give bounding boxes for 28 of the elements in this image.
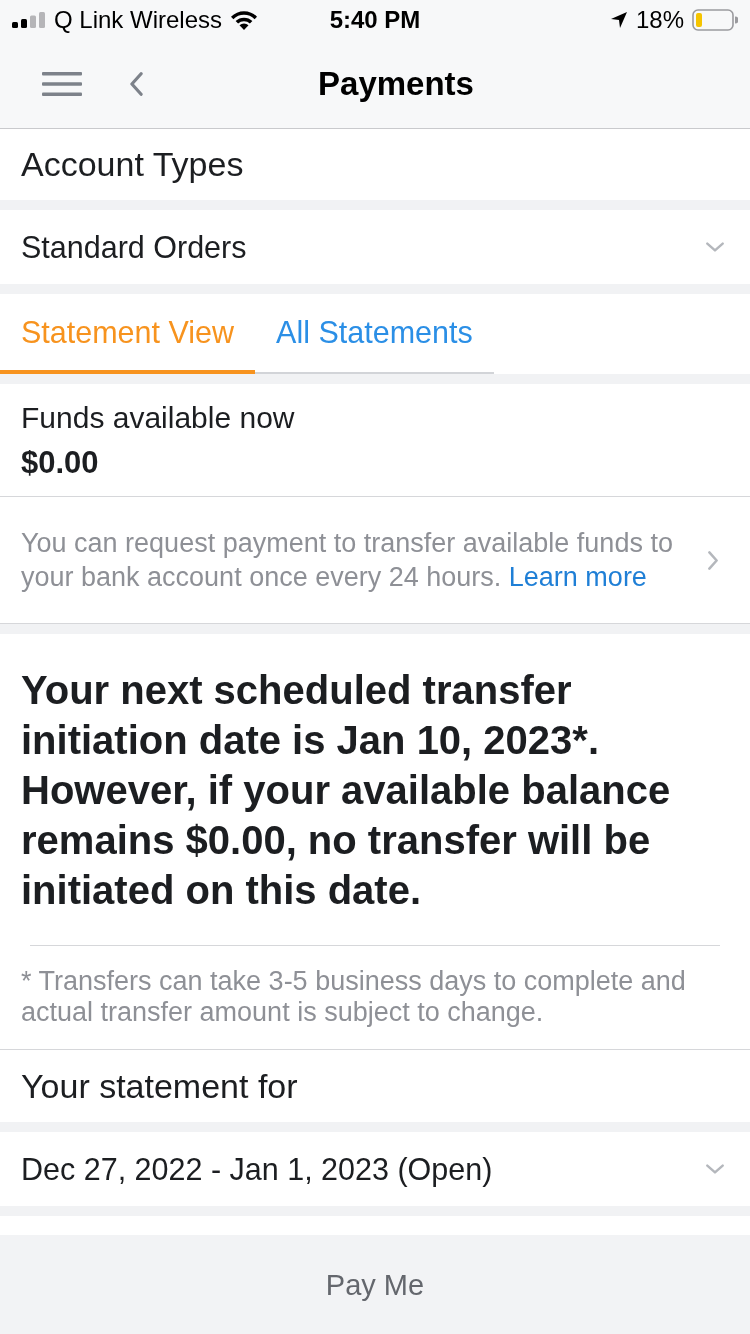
wifi-icon bbox=[230, 10, 259, 30]
battery-percentage: 18% bbox=[635, 6, 684, 34]
signal-bars-icon bbox=[12, 12, 46, 28]
location-arrow-icon bbox=[609, 11, 628, 29]
funds-label: Funds available now bbox=[21, 401, 296, 435]
statement-period-dropdown[interactable]: Dec 27, 2022 - Jan 1, 2023 (Open) bbox=[0, 1132, 750, 1206]
statement-tab[interactable]: Statement View bbox=[0, 294, 256, 374]
clock-time: 5:40 PM bbox=[329, 6, 421, 34]
transfer-info-text: You can request payment to transfer available funds to your bank account once every 24 hours. Learn more bbox=[21, 527, 674, 594]
chevron-right-icon bbox=[708, 550, 718, 570]
transfer-notice: Your next scheduled transfer initiation date is Jan 10, 2023*. However, if your available balance remains $0.00, no transfer will be initiated on this date. bbox=[20, 667, 672, 914]
statement-tab[interactable]: All Statements bbox=[255, 294, 494, 374]
transfer-info-row[interactable]: You can request payment to transfer available funds to your bank account once every 24 hours. Learn more bbox=[0, 497, 750, 624]
funds-amount: $0.00 bbox=[21, 445, 100, 481]
page-title: Payments bbox=[318, 65, 474, 103]
account-types-label: Account Types bbox=[21, 145, 244, 184]
battery-icon bbox=[692, 9, 738, 31]
statement-label: Your statement for bbox=[21, 1066, 298, 1106]
chevron-down-icon bbox=[706, 1164, 724, 1174]
learn-more-link[interactable]: Learn more bbox=[508, 562, 647, 592]
transfer-footnote: * Transfers can take 3-5 business days to complete and actual transfer amount is subject to change. bbox=[20, 966, 687, 1028]
dropdown-value: Standard Orders bbox=[21, 229, 247, 265]
dropdown-value: Dec 27, 2022 - Jan 1, 2023 (Open) bbox=[21, 1151, 493, 1187]
chevron-down-icon bbox=[706, 242, 724, 252]
back-icon[interactable] bbox=[130, 72, 143, 96]
carrier-name: Q Link Wireless bbox=[54, 6, 223, 34]
account-type-dropdown[interactable]: Standard Orders bbox=[0, 210, 750, 284]
menu-icon[interactable] bbox=[42, 72, 82, 96]
